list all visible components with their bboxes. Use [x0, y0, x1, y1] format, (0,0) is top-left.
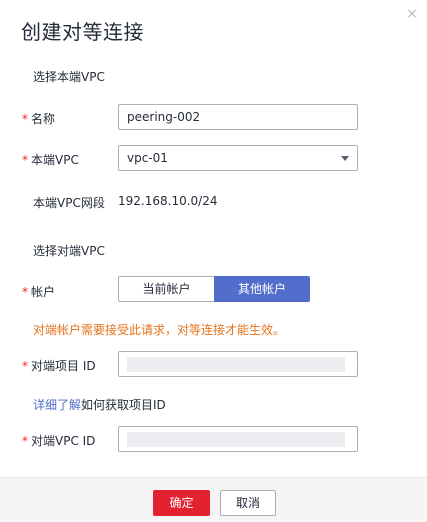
learn-more-line: 详细了解如何获取项目ID	[33, 396, 166, 413]
confirm-button[interactable]: 确定	[153, 490, 210, 516]
required-mark: *	[22, 285, 28, 299]
learn-more-text: 如何获取项目ID	[81, 398, 166, 412]
peer-project-id-label: * 对端项目 ID	[22, 357, 96, 374]
peer-vpc-id-label: * 对端VPC ID	[22, 432, 95, 449]
local-vpc-select-value: vpc-01	[127, 151, 168, 165]
account-label-text: 帐户	[31, 285, 56, 299]
masked-value	[127, 357, 345, 372]
learn-more-link[interactable]: 详细了解	[33, 398, 81, 412]
local-cidr-label: 本端VPC网段	[33, 196, 105, 210]
peer-vpc-id-label-text: 对端VPC ID	[31, 434, 96, 448]
peer-project-id-input[interactable]	[118, 351, 358, 377]
create-peering-dialog: 创建对等连接 × 选择本端VPC * 名称 peering-002 * 本端VPC …	[0, 0, 427, 522]
required-mark: *	[22, 359, 28, 373]
local-vpc-select[interactable]: vpc-01	[118, 145, 358, 171]
account-label: * 帐户	[22, 283, 55, 300]
chevron-down-icon	[341, 156, 349, 161]
masked-value	[127, 432, 345, 447]
account-toggle: 当前帐户 其他帐户	[118, 276, 310, 302]
required-mark: *	[22, 153, 28, 167]
name-label: * 名称	[22, 110, 55, 127]
local-cidr-value: 192.168.10.0/24	[118, 194, 218, 208]
current-account-option[interactable]: 当前帐户	[118, 276, 214, 302]
acceptance-warning: 对端帐户需要接受此请求，对等连接才能生效。	[33, 323, 286, 337]
cancel-button[interactable]: 取消	[220, 490, 276, 516]
peer-vpc-id-input[interactable]	[118, 426, 358, 452]
name-label-text: 名称	[31, 112, 56, 126]
dialog-footer: 确定 取消	[0, 477, 427, 522]
required-mark: *	[22, 112, 28, 126]
local-vpc-section-title: 选择本端VPC	[33, 70, 105, 84]
peer-project-id-label-text: 对端项目 ID	[31, 359, 96, 373]
local-vpc-label-text: 本端VPC	[31, 153, 79, 167]
close-icon[interactable]: ×	[404, 6, 420, 22]
required-mark: *	[22, 434, 28, 448]
name-input[interactable]: peering-002	[118, 104, 358, 130]
local-vpc-label: * 本端VPC	[22, 151, 79, 168]
peer-vpc-section-title: 选择对端VPC	[33, 244, 105, 258]
other-account-option[interactable]: 其他帐户	[214, 276, 310, 302]
dialog-title: 创建对等连接	[21, 20, 144, 44]
